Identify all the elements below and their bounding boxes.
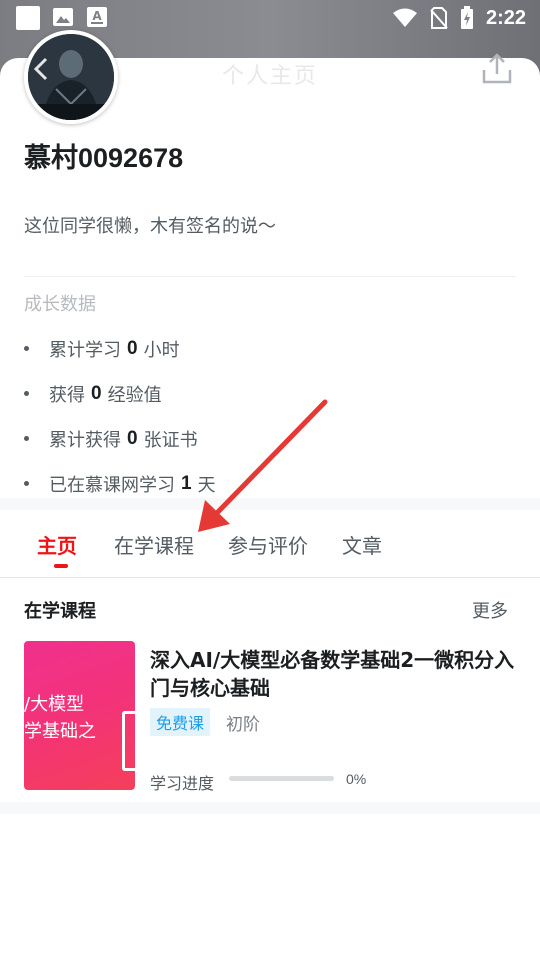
- stat-prefix: 累计学习: [49, 339, 121, 361]
- growth-title: 成长数据: [24, 294, 96, 315]
- font-icon: A: [87, 7, 107, 27]
- bullet: [24, 481, 29, 486]
- progress-percent: 0%: [346, 771, 367, 787]
- username: 慕村0092678: [24, 143, 184, 173]
- stat-suffix: 小时: [143, 339, 180, 361]
- status-time: 2:22: [485, 6, 526, 29]
- stat-value: 1: [181, 472, 192, 494]
- stat-prefix: 获得: [49, 384, 85, 406]
- thumbnail-decoration: [122, 711, 135, 771]
- progress-bar: [229, 776, 334, 781]
- tab-reviews[interactable]: 参与评价: [228, 530, 308, 559]
- stat-prefix: 累计获得: [49, 429, 121, 451]
- wifi-icon: [392, 8, 417, 27]
- stat-suffix: 张证书: [143, 429, 198, 451]
- back-icon[interactable]: [30, 56, 52, 82]
- bullet: [24, 436, 29, 441]
- stat-suffix: 天: [197, 474, 216, 496]
- bullet: [24, 346, 29, 351]
- section-gap: [0, 498, 540, 510]
- signature: 这位同学很懒，木有签名的说～: [24, 216, 276, 237]
- stat-experience: 获得 0 经验值: [24, 371, 216, 416]
- tab-bar: 主页 在学课程 参与评价 文章: [0, 510, 540, 576]
- active-tab-indicator: [54, 564, 68, 568]
- section-title: 在学课程: [24, 601, 96, 622]
- course-thumbnail: /大模型 学基础之: [24, 641, 135, 790]
- tab-learning-courses[interactable]: 在学课程: [114, 530, 194, 559]
- stat-study-hours: 累计学习 0 小时: [24, 326, 216, 371]
- bullet: [24, 391, 29, 396]
- free-tag: 免费课: [150, 708, 211, 736]
- battery-charging-icon: [460, 6, 473, 29]
- stat-value: 0: [91, 382, 102, 404]
- more-link[interactable]: 更多: [472, 597, 508, 623]
- stat-value: 0: [127, 337, 138, 359]
- tab-divider: [0, 577, 540, 578]
- no-sim-icon: [430, 7, 448, 29]
- thumbnail-text: /大模型 学基础之: [24, 691, 96, 745]
- growth-stats: 累计学习 0 小时 获得 0 经验值 累计获得 0 张证书 已在慕课网学习 1 …: [24, 326, 216, 506]
- notification-square-icon: [16, 6, 40, 30]
- thumbnail-line: 学基础之: [24, 721, 96, 742]
- progress-label: 学习进度: [150, 774, 215, 793]
- stat-suffix: 经验值: [107, 384, 162, 406]
- section-gap: [0, 802, 540, 814]
- stat-prefix: 已在慕课网学习: [49, 474, 175, 496]
- tab-articles[interactable]: 文章: [342, 530, 382, 559]
- course-card[interactable]: /大模型 学基础之 深入AI/大模型必备数学基础2一微积分入门与核心基础 免费课…: [16, 632, 526, 800]
- course-title: 深入AI/大模型必备数学基础2一微积分入门与核心基础: [150, 648, 515, 700]
- image-icon: [53, 8, 73, 26]
- share-icon[interactable]: [480, 52, 514, 86]
- tab-home[interactable]: 主页: [37, 530, 77, 559]
- thumbnail-line: /大模型: [24, 694, 85, 715]
- svg-text:A: A: [92, 9, 102, 23]
- stat-value: 0: [127, 427, 138, 449]
- stat-certificates: 累计获得 0 张证书: [24, 416, 216, 461]
- course-level: 初阶: [226, 715, 260, 735]
- divider: [24, 276, 516, 277]
